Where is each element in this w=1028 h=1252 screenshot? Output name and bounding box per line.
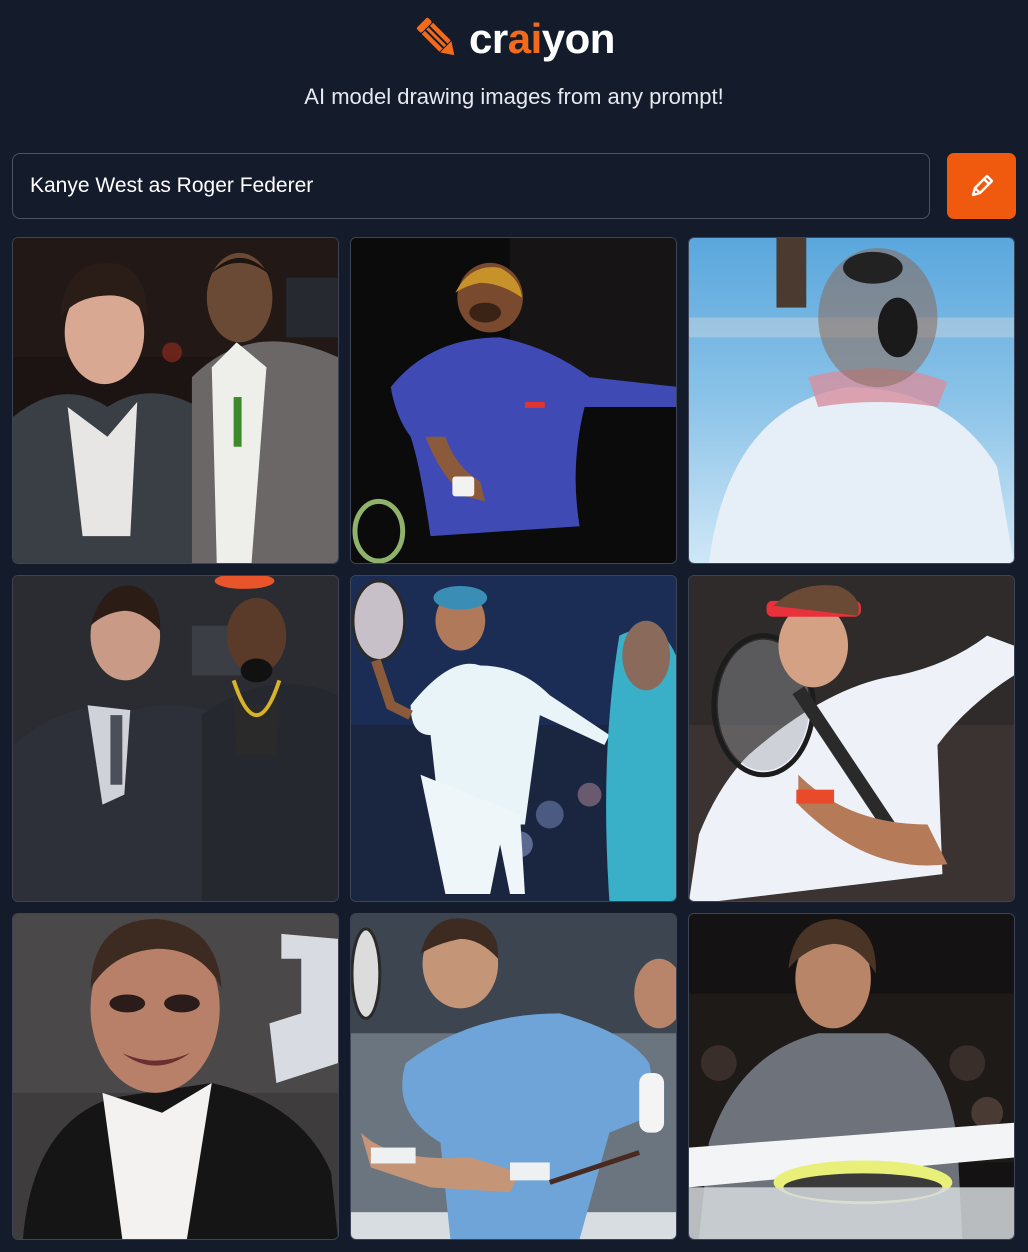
logo-prefix: cr — [469, 15, 508, 62]
draw-button[interactable] — [947, 153, 1016, 219]
logo[interactable]: craiyon — [413, 14, 615, 64]
generated-image-5[interactable] — [350, 575, 677, 902]
generated-image-2[interactable] — [350, 237, 677, 564]
header: craiyon — [0, 14, 1028, 64]
logo-suffix: yon — [541, 15, 616, 62]
pencil-icon — [416, 17, 455, 56]
generated-image-4[interactable] — [12, 575, 339, 902]
craiyon-page: craiyon AI model drawing images from any… — [0, 0, 1028, 1252]
logo-text: craiyon — [469, 15, 615, 63]
image-grid — [12, 237, 1016, 1240]
prompt-input[interactable] — [12, 153, 930, 219]
generated-image-6[interactable] — [688, 575, 1015, 902]
generated-image-7[interactable] — [12, 913, 339, 1240]
generated-image-9[interactable] — [688, 913, 1015, 1240]
generated-image-1[interactable] — [12, 237, 339, 564]
tagline: AI model drawing images from any prompt! — [304, 84, 724, 109]
generated-image-3[interactable] — [688, 237, 1015, 564]
generated-image-8[interactable] — [350, 913, 677, 1240]
pencil-icon — [971, 174, 993, 197]
logo-accent: ai — [507, 15, 543, 62]
